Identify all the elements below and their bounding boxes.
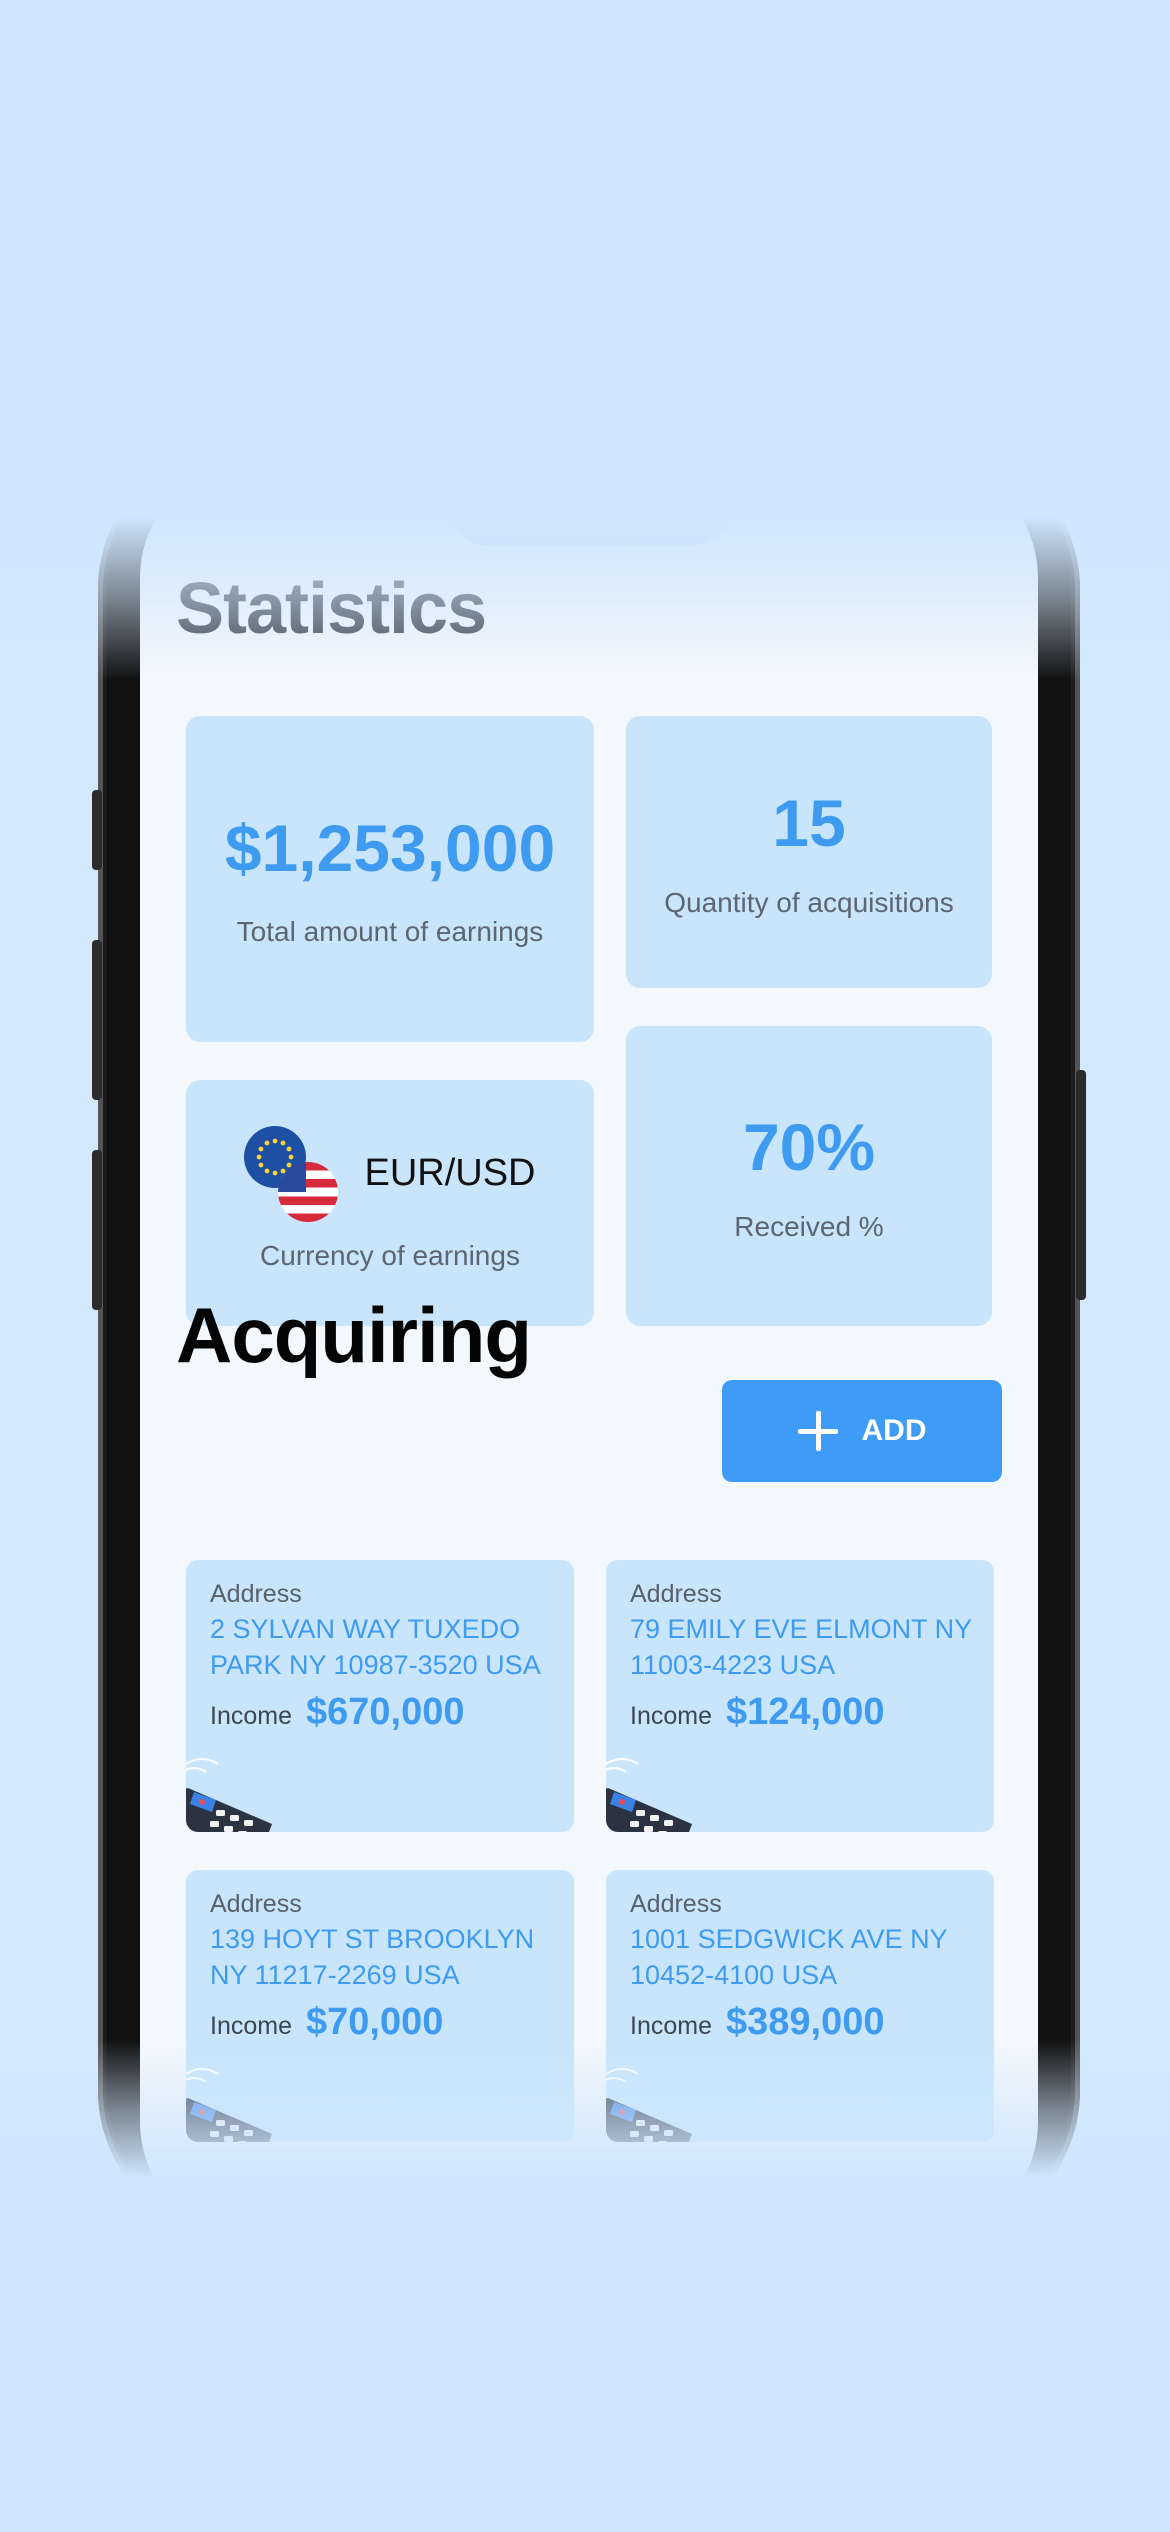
phone-screen: Statistics $1,253,000 Total amount of ea… (140, 460, 1038, 2240)
address-value: 1001 SEDGWICK AVE NY 10452-4100 USA (630, 1924, 948, 1990)
add-button[interactable]: ADD (722, 1380, 1002, 1482)
received-card[interactable]: 70% Received % (626, 1026, 992, 1326)
statistics-title: Statistics (176, 569, 487, 649)
income-value: $389,000 (725, 2001, 885, 2043)
acquiring-card-content: Address 1001 SEDGWICK AVE NY 10452-4100 … (630, 1890, 976, 2044)
card-terminal-icon (606, 1758, 692, 1832)
phone-side-button (92, 790, 102, 870)
income-value: $70,000 (305, 2001, 444, 2043)
address-label: Address (630, 1580, 722, 1608)
address-value: 139 HOYT ST BROOKLYN NY 11217-2269 USA (210, 1924, 535, 1990)
address-label: Address (630, 1890, 722, 1918)
address-label: Address (210, 1580, 302, 1608)
acquisitions-card[interactable]: 15 Quantity of acquisitions (626, 716, 992, 988)
add-button-label: ADD (861, 1414, 927, 1447)
address-value: 79 EMILY EVE ELMONT NY 11003-4223 USA (630, 1614, 972, 1680)
acquiring-card[interactable]: Address 1001 SEDGWICK AVE NY 10452-4100 … (606, 1870, 994, 2142)
acquiring-card-content: Address 139 HOYT ST BROOKLYN NY 11217-22… (210, 1890, 556, 2044)
acquiring-card[interactable]: Address 139 HOYT ST BROOKLYN NY 11217-22… (186, 1870, 574, 2142)
plus-icon (797, 1411, 838, 1451)
phone-volume-up-button (92, 940, 102, 1100)
presentation-stage: Statistics $1,253,000 Total amount of ea… (0, 0, 1170, 2532)
acquisitions-label: Quantity of acquisitions (664, 887, 954, 918)
phone-power-button (1076, 1070, 1086, 1300)
dynamic-island (446, 460, 732, 546)
acquiring-card-content: Address 2 SYLVAN WAY TUXEDO PARK NY 1098… (210, 1580, 556, 1734)
phone-volume-down-button (92, 1150, 102, 1310)
received-value: 70% (742, 1110, 876, 1184)
total-earnings-value: $1,253,000 (224, 811, 556, 885)
income-value: $670,000 (305, 1691, 465, 1733)
address-label: Address (210, 1890, 302, 1918)
card-terminal-icon (606, 2068, 692, 2142)
total-earnings-card[interactable]: $1,253,000 Total amount of earnings (186, 716, 594, 1042)
acquiring-title: Acquiring (176, 1291, 532, 1379)
currency-value: EUR/USD (364, 1151, 536, 1194)
currency-row: EUR/USD (244, 1126, 536, 1222)
address-value: 2 SYLVAN WAY TUXEDO PARK NY 10987-3520 U… (210, 1614, 541, 1680)
acquiring-card[interactable]: Address 79 EMILY EVE ELMONT NY 11003-422… (606, 1560, 994, 1832)
acquiring-card-content: Address 79 EMILY EVE ELMONT NY 11003-422… (630, 1580, 976, 1734)
income-value: $124,000 (725, 1691, 885, 1733)
us-flag-icon (278, 1162, 339, 1222)
currency-flags (244, 1126, 339, 1222)
total-earnings-label: Total amount of earnings (236, 916, 544, 947)
currency-label: Currency of earnings (260, 1240, 520, 1271)
acquiring-card[interactable]: Address 2 SYLVAN WAY TUXEDO PARK NY 1098… (186, 1560, 574, 1832)
acquisitions-value: 15 (772, 786, 846, 860)
card-terminal-icon (186, 1758, 272, 1832)
card-terminal-icon (186, 2068, 272, 2142)
received-label: Received % (734, 1211, 884, 1242)
